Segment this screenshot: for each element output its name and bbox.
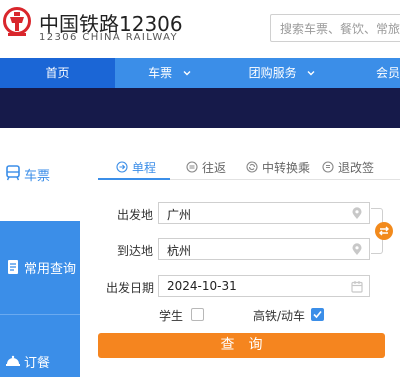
- arrow-right-circle-icon: [116, 161, 128, 173]
- query-button[interactable]: 查询: [98, 333, 385, 358]
- train-icon: [6, 165, 20, 181]
- tab-round-trip[interactable]: 往返: [186, 154, 226, 180]
- chevron-down-icon: [307, 71, 315, 76]
- from-label: 出发地: [117, 208, 154, 222]
- departure-date-value: 2024-10-31: [167, 279, 237, 293]
- trip-type-tabs: 单程 往返 中转换乘 退改签: [98, 154, 400, 180]
- from-station-value: 广州: [167, 208, 192, 222]
- sidebar-item-label: 常用查询: [24, 262, 77, 277]
- sidebar-item-tickets[interactable]: 车票: [0, 128, 80, 221]
- sidebar-item-label: 订餐: [24, 356, 51, 371]
- food-icon: [6, 355, 20, 366]
- round-trip-icon: [186, 161, 198, 173]
- railway-logo-icon[interactable]: [2, 6, 32, 38]
- tab-active-indicator: [98, 178, 170, 180]
- date-label: 出发日期: [106, 281, 155, 295]
- nav-member[interactable]: 会员: [340, 58, 400, 88]
- tab-label: 单程: [132, 160, 157, 175]
- swap-stations-button[interactable]: [375, 222, 393, 240]
- calendar-icon: [351, 281, 363, 293]
- sidebar-item-food[interactable]: 订餐: [0, 315, 80, 377]
- to-station-value: 杭州: [167, 244, 192, 258]
- nav-group-service-label: 团购服务: [248, 66, 297, 80]
- sidebar-item-common-query[interactable]: 常用查询: [0, 221, 80, 314]
- tab-one-way[interactable]: 单程: [116, 154, 156, 180]
- from-station-input[interactable]: 广州: [158, 202, 370, 224]
- document-icon: [8, 260, 18, 274]
- tab-label: 中转换乘: [262, 160, 311, 175]
- site-name-en: 12306 CHINA RAILWAY: [39, 32, 179, 43]
- search-input[interactable]: 搜索车票、餐饮、常旅客: [270, 14, 400, 42]
- location-pin-icon: [352, 207, 362, 219]
- nav-home[interactable]: 首页: [0, 58, 115, 88]
- sidebar-item-label: 车票: [24, 169, 51, 184]
- nav-group-service[interactable]: 团购服务: [225, 58, 340, 88]
- departure-date-input[interactable]: 2024-10-31: [158, 275, 370, 297]
- tab-transfer[interactable]: 中转换乘: [246, 154, 310, 180]
- tab-refund-change[interactable]: 退改签: [322, 154, 374, 180]
- refund-icon: [322, 161, 334, 173]
- chevron-down-icon: [183, 71, 191, 76]
- tab-label: 往返: [202, 160, 227, 175]
- main-nav: 首页 车票 团购服务 会员: [0, 58, 400, 88]
- location-pin-icon: [352, 243, 362, 255]
- transfer-icon: [246, 161, 258, 173]
- highspeed-label: 高铁/动车: [253, 309, 306, 323]
- nav-tickets-label: 车票: [148, 66, 173, 80]
- highspeed-checkbox[interactable]: [311, 308, 324, 321]
- student-checkbox[interactable]: [191, 308, 204, 321]
- student-label: 学生: [159, 309, 184, 323]
- to-station-input[interactable]: 杭州: [158, 238, 370, 260]
- sidebar: 车票 常用查询 订餐: [0, 128, 80, 377]
- checkmark-icon: [313, 310, 322, 319]
- header: 中国铁路12306 12306 CHINA RAILWAY 搜索车票、餐饮、常旅…: [0, 0, 400, 58]
- nav-tickets[interactable]: 车票: [115, 58, 225, 88]
- swap-icon: [379, 226, 389, 236]
- banner: [0, 88, 400, 128]
- tab-label: 退改签: [338, 160, 375, 175]
- nav-member-label: 会员: [375, 66, 400, 80]
- to-label: 到达地: [117, 244, 154, 258]
- nav-home-label: 首页: [45, 66, 70, 80]
- tab-divider: [170, 179, 400, 180]
